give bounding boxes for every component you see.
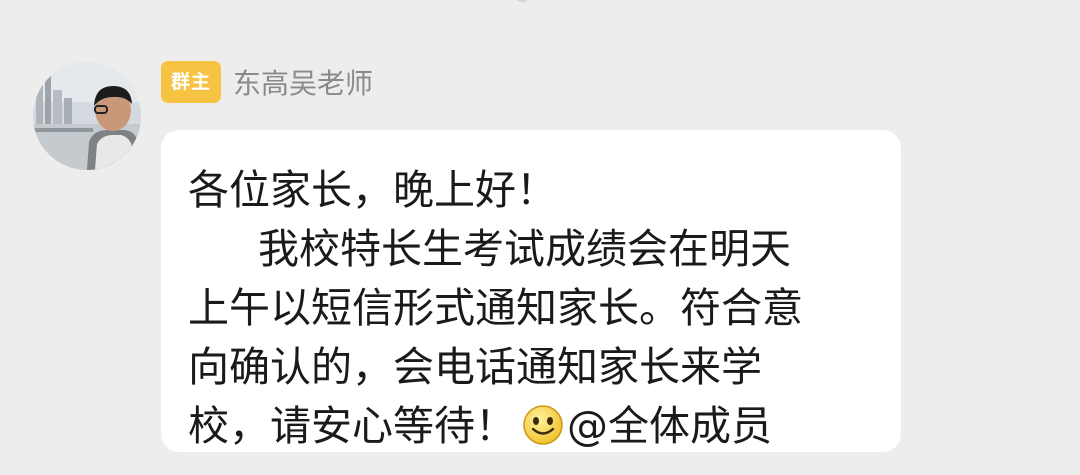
message-line: 各位家长，晚上好！ <box>188 166 557 214</box>
message-line-text: 我校特长生考试成绩会在明天 <box>258 225 791 273</box>
group-owner-badge: 群主 <box>161 61 222 103</box>
sender-name[interactable]: 东高吴老师 <box>233 62 373 102</box>
avatar[interactable] <box>33 62 141 170</box>
message-line: 我校特长生考试成绩会在明天 <box>188 220 901 279</box>
mention-all-members[interactable]: @全体成员 <box>567 402 772 450</box>
smile-emoji-icon <box>522 404 564 446</box>
avatar-photo <box>33 62 141 170</box>
message-line: 向确认的，会电话通知家长来学 <box>188 343 762 391</box>
message-sender-row: 群主 东高吴老师 <box>161 60 373 104</box>
message-bubble[interactable]: 各位家长，晚上好！ 我校特长生考试成绩会在明天 上午以短信形式通知家长。符合意 … <box>161 130 901 452</box>
message-line: 上午以短信形式通知家长。符合意 <box>188 284 803 332</box>
message-line: 校，请安心等待！ @全体成员 <box>188 397 901 456</box>
message-line-text: 校，请安心等待！ <box>188 402 516 450</box>
top-handle <box>515 0 529 2</box>
